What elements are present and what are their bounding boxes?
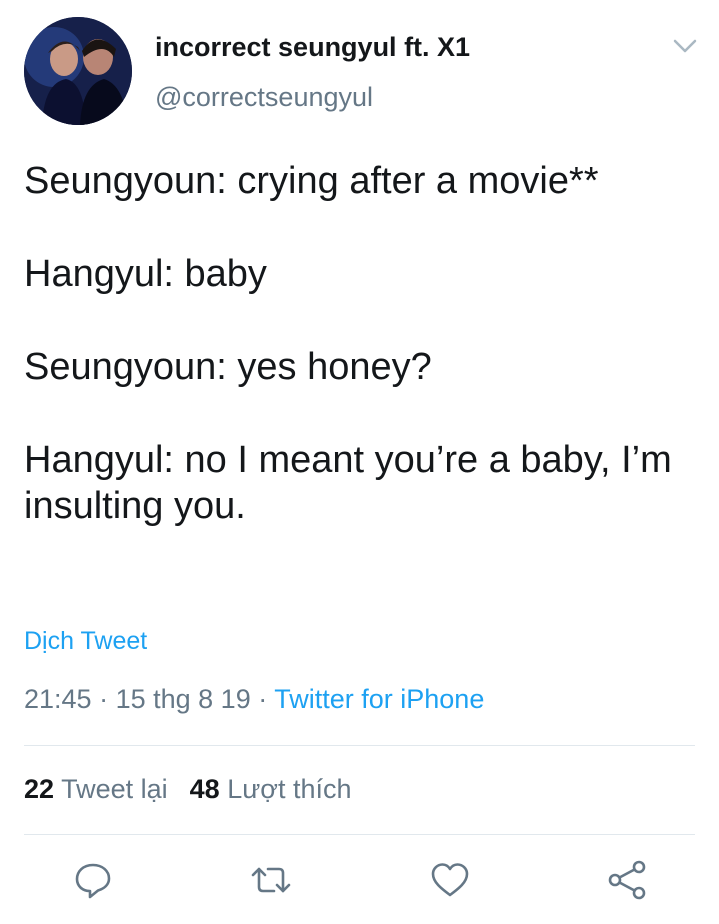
share-icon[interactable]: [606, 858, 650, 902]
divider: [24, 834, 695, 835]
user-handle[interactable]: @correctseungyul: [155, 82, 373, 113]
translate-tweet-link[interactable]: Dịch Tweet: [24, 627, 147, 656]
tweet-date[interactable]: 15 thg 8 19: [116, 684, 251, 714]
separator: ·: [99, 684, 116, 714]
avatar-image: [24, 17, 132, 125]
display-name[interactable]: incorrect seungyul ft. X1: [155, 32, 470, 63]
retweet-icon[interactable]: [249, 858, 293, 902]
heart-icon[interactable]: [428, 858, 472, 902]
tweet-line: Seungyoun: crying after a movie**: [24, 160, 599, 202]
likes-label: Lượt thích: [227, 774, 352, 804]
retweets-count: 22: [24, 774, 55, 804]
retweets-label: Tweet lại: [61, 774, 168, 804]
engagement-counts: 22 Tweet lại 48 Lượt thích: [24, 774, 352, 805]
chevron-down-icon[interactable]: [671, 34, 699, 58]
tweet-line: Hangyul: baby: [24, 253, 267, 295]
likes-count: 48: [189, 774, 220, 804]
tweet-metadata: 21:45 · 15 thg 8 19 · Twitter for iPhone: [24, 684, 484, 715]
tweet-line: Hangyul: no I meant you’re a baby, I’m i…: [24, 439, 672, 527]
avatar[interactable]: [24, 17, 132, 125]
tweet-source-link[interactable]: Twitter for iPhone: [274, 684, 484, 714]
tweet-text: Seungyoun: crying after a movie** Hangyu…: [24, 158, 704, 576]
retweets-stat[interactable]: 22 Tweet lại: [24, 774, 168, 804]
likes-stat[interactable]: 48 Lượt thích: [190, 774, 352, 804]
tweet-time[interactable]: 21:45: [24, 684, 92, 714]
tweet-line: Seungyoun: yes honey?: [24, 346, 432, 388]
separator: ·: [258, 684, 275, 714]
divider: [24, 745, 695, 746]
reply-icon[interactable]: [71, 858, 115, 902]
